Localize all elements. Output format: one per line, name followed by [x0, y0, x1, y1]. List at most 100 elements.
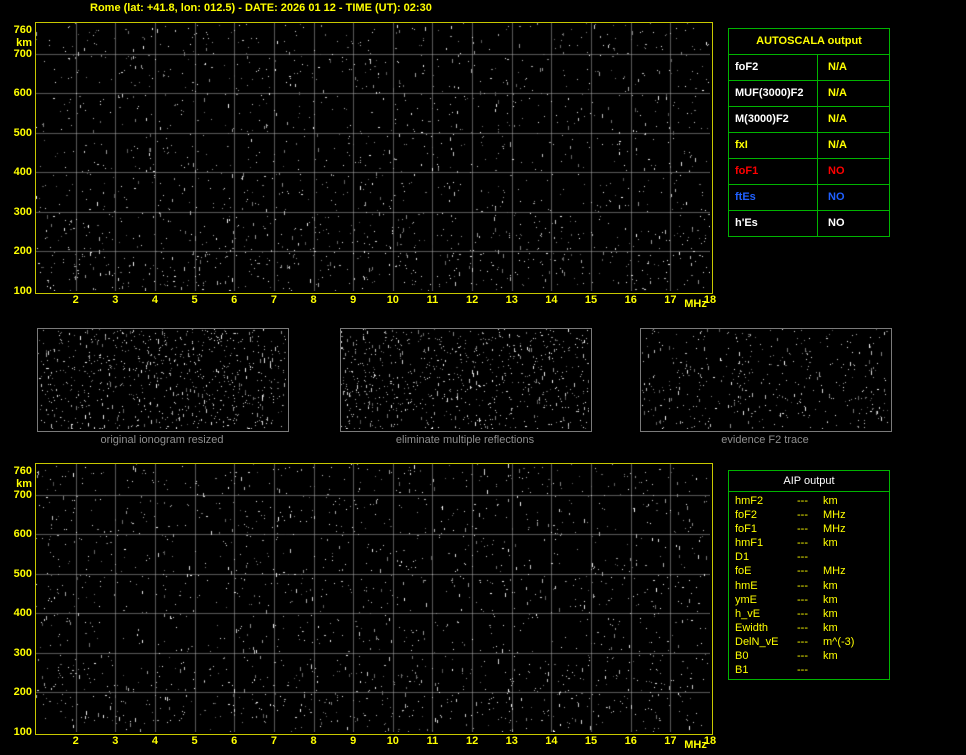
aip-row: hmE --- km	[729, 579, 889, 593]
ionogram-top-ytick-760: 760	[13, 24, 32, 37]
aip-param-name: foF1	[735, 523, 758, 536]
ionogram-top-xtick-16: 16	[624, 294, 637, 306]
aip-param-unit: km	[823, 495, 838, 507]
ionogram-top-ytick-200: 200	[13, 245, 32, 258]
aip-param-name: hmF1	[735, 537, 764, 550]
ionogram-top-xtick-10: 10	[386, 294, 399, 306]
aip-row: DelN_vE --- m^(-3)	[729, 635, 889, 649]
autoscala-param-name: fxI	[729, 133, 818, 158]
aip-param-value: ---	[797, 664, 808, 677]
autoscala-param-value: NO	[828, 191, 845, 203]
autoscala-param-name: M(3000)F2	[729, 107, 818, 132]
ionogram-top-xtick-2: 2	[72, 294, 79, 306]
ionogram-top-xtick-8: 8	[310, 294, 317, 306]
ionogram-top-xtick-17: 17	[664, 294, 677, 306]
ionogram-bottom-ytick-500: 500	[13, 567, 32, 580]
aip-param-unit	[823, 550, 889, 564]
thumb-eliminate-reflections-canvas	[341, 329, 589, 429]
ionogram-bottom-xtick-13: 13	[505, 735, 518, 747]
ionogram-top-plot	[35, 22, 713, 294]
ionogram-bottom-ytick-300: 300	[13, 646, 32, 659]
aip-row: foF2 --- MHz	[729, 508, 889, 522]
autoscala-table: AUTOSCALA output foF2 N/A MUF(3000)F2 N/A M(…	[728, 28, 890, 237]
aip-param-unit: MHz	[823, 523, 846, 536]
autoscala-param-name: foF1	[729, 159, 818, 184]
thumb-original-ionogram	[37, 328, 289, 432]
aip-param-unit: km	[823, 593, 838, 606]
aip-row: B0 --- km	[729, 649, 889, 663]
aip-param-name: foE	[735, 565, 752, 578]
ionogram-bottom-ytick-600: 600	[13, 528, 32, 541]
ionogram-top-xtick-4: 4	[151, 294, 158, 306]
ionogram-top-xtick-9: 9	[350, 294, 357, 306]
aip-row: h_vE --- km	[729, 607, 889, 621]
ionogram-top-x-unit-label: MHz	[684, 298, 707, 310]
ionogram-top-ytick-300: 300	[13, 205, 32, 218]
aip-param-name: B1	[735, 664, 749, 677]
aip-param-value: ---	[797, 607, 808, 620]
aip-param-unit: km	[823, 607, 838, 620]
autoscala-param-value: N/A	[828, 139, 847, 151]
aip-row: hmF1 --- km	[729, 536, 889, 550]
aip-param-unit: km	[823, 650, 838, 663]
ionogram-bottom-plot	[35, 463, 713, 735]
autoscala-row: MUF(3000)F2 N/A	[729, 81, 889, 107]
thumb-caption-evidence: evidence F2 trace	[721, 434, 809, 446]
ionogram-top-xtick-14: 14	[545, 294, 558, 306]
aip-param-value: ---	[797, 579, 808, 592]
autoscala-row: ftEs NO	[729, 185, 889, 211]
aip-param-unit: m^(-3)	[823, 635, 855, 648]
ionogram-top-xtick-3: 3	[112, 294, 119, 306]
ionogram-top-xtick-6: 6	[231, 294, 238, 306]
autoscala-table-title: AUTOSCALA output	[729, 29, 889, 55]
ionogram-bottom-xtick-7: 7	[270, 735, 277, 747]
autoscala-param-name: MUF(3000)F2	[729, 81, 818, 106]
ionogram-top-ytick-400: 400	[13, 166, 32, 179]
ionogram-bottom-xtick-4: 4	[151, 735, 158, 747]
aip-param-value: ---	[797, 593, 808, 606]
aip-param-value: ---	[797, 523, 808, 536]
aip-row: B1 ---	[729, 663, 889, 677]
aip-param-unit: km	[823, 579, 838, 592]
autoscala-param-value: N/A	[828, 61, 847, 73]
aip-table-title: AIP output	[729, 471, 889, 492]
ionogram-top-ytick-500: 500	[13, 126, 32, 139]
aip-table: AIP output hmF2 --- km foF2 --- MHz foF1 --- MHz…	[728, 470, 890, 681]
ionogram-bottom-xtick-14: 14	[545, 735, 558, 747]
aip-param-value: ---	[797, 635, 808, 648]
aip-param-name: foF2	[735, 509, 758, 522]
ionogram-bottom-ytick-100: 100	[13, 726, 32, 738]
ionogram-bottom-ytick-700: 700	[13, 488, 32, 501]
ionogram-bottom-xtick-3: 3	[112, 735, 119, 747]
aip-row: foE --- MHz	[729, 564, 889, 578]
ionogram-bottom-ytick-200: 200	[13, 686, 32, 699]
autoscala-row: M(3000)F2 N/A	[729, 107, 889, 133]
aip-row: Ewidth --- km	[729, 621, 889, 635]
autoscala-param-name: ftEs	[729, 185, 818, 210]
ionogram-top-xtick-7: 7	[270, 294, 277, 306]
ionogram-top-ytick-700: 700	[13, 47, 32, 60]
aip-param-name: hmE	[735, 579, 758, 592]
autoscala-row: fxI N/A	[729, 133, 889, 159]
ionogram-bottom-xtick-15: 15	[584, 735, 598, 747]
ionogram-bottom-ytick-760: 760	[13, 465, 32, 478]
ionogram-bottom-xtick-16: 16	[624, 735, 637, 747]
aip-param-name: h_vE	[735, 607, 761, 620]
ionogram-bottom-xtick-10: 10	[386, 735, 399, 747]
thumb-evidence-f2-trace-canvas	[641, 329, 889, 429]
aip-param-value: ---	[797, 495, 808, 507]
aip-param-value: ---	[797, 650, 808, 663]
ionogram-bottom-xtick-2: 2	[72, 735, 79, 747]
aip-param-value: ---	[797, 537, 808, 550]
aip-param-value: ---	[797, 621, 808, 634]
aip-row: D1 ---	[729, 550, 889, 564]
autoscala-window: Rome (lat: +41.8, lon: 012.5) - DATE: 20…	[0, 0, 966, 755]
thumb-evidence-f2-trace	[640, 328, 892, 432]
aip-param-value: ---	[797, 551, 808, 564]
aip-param-unit: km	[823, 537, 838, 550]
ionogram-bottom-x-unit-label: MHz	[684, 739, 707, 751]
station-date-time-header: Rome (lat: +41.8, lon: 012.5) - DATE: 20…	[90, 2, 432, 14]
aip-row: hmF2 --- km	[729, 494, 889, 508]
aip-param-unit	[823, 663, 889, 677]
ionogram-bottom-ytick-400: 400	[13, 607, 32, 620]
